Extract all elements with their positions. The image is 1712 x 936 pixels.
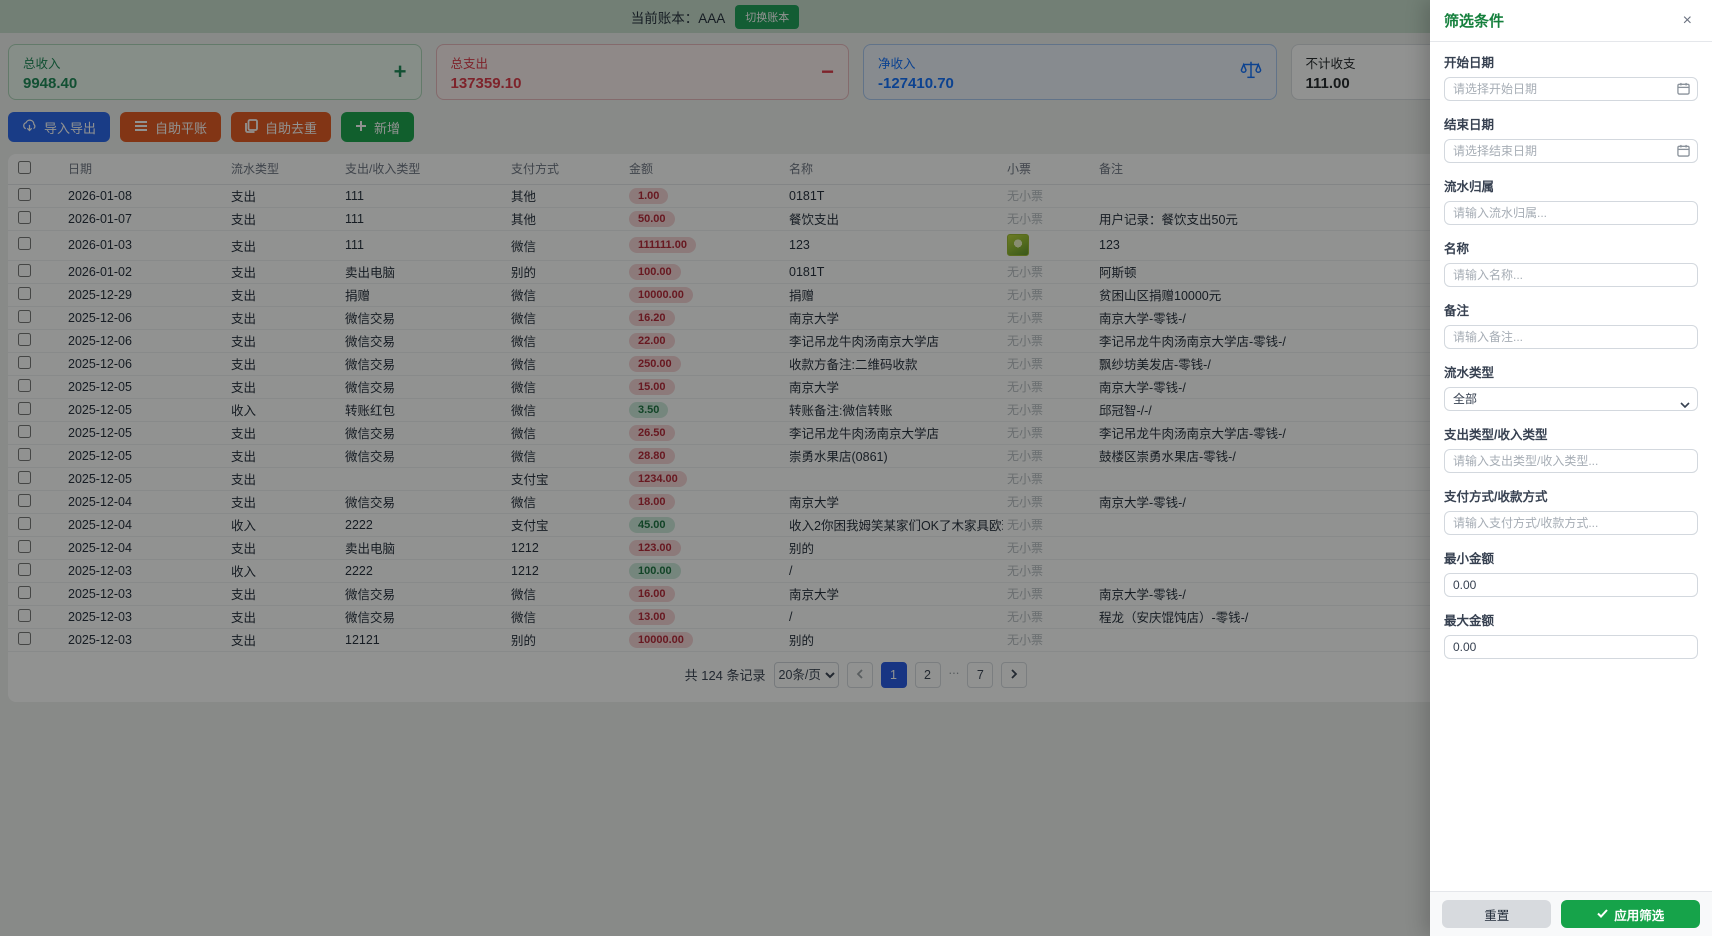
filter-label-remark: 备注 (1444, 300, 1698, 319)
name-input[interactable] (1444, 263, 1698, 287)
filter-field-start-date (1444, 77, 1698, 101)
end-date-input[interactable] (1444, 139, 1698, 163)
close-icon[interactable]: × (1677, 12, 1698, 30)
filter-label-end-date: 结束日期 (1444, 114, 1698, 133)
filter-field-max-amount (1444, 635, 1698, 659)
category-input[interactable] (1444, 449, 1698, 473)
filter-field-flow-owner (1444, 201, 1698, 225)
filter-field-name (1444, 263, 1698, 287)
filter-field-flow-type: 全部 (1444, 387, 1698, 411)
filter-title: 筛选条件 (1444, 10, 1504, 31)
filter-field-end-date (1444, 139, 1698, 163)
filter-label-max-amount: 最大金额 (1444, 610, 1698, 629)
filter-label-pay-method: 支付方式/收款方式 (1444, 486, 1698, 505)
pay-method-input[interactable] (1444, 511, 1698, 535)
flow-type-select[interactable]: 全部 (1444, 387, 1698, 411)
filter-field-min-amount (1444, 573, 1698, 597)
filter-drawer-footer: 重置 应用筛选 (1430, 891, 1712, 936)
min-amount-input[interactable] (1444, 573, 1698, 597)
apply-filter-button[interactable]: 应用筛选 (1561, 900, 1700, 928)
filter-drawer: 筛选条件 × 开始日期结束日期流水归属名称备注流水类型全部支出类型/收入类型支付… (1430, 0, 1712, 936)
filter-label-flow-type: 流水类型 (1444, 362, 1698, 381)
filter-fields: 开始日期结束日期流水归属名称备注流水类型全部支出类型/收入类型支付方式/收款方式… (1430, 42, 1712, 891)
filter-label-flow-owner: 流水归属 (1444, 176, 1698, 195)
filter-field-pay-method (1444, 511, 1698, 535)
start-date-input[interactable] (1444, 77, 1698, 101)
filter-label-category: 支出类型/收入类型 (1444, 424, 1698, 443)
flow-owner-input[interactable] (1444, 201, 1698, 225)
max-amount-input[interactable] (1444, 635, 1698, 659)
filter-field-category (1444, 449, 1698, 473)
check-icon (1597, 907, 1608, 921)
remark-input[interactable] (1444, 325, 1698, 349)
filter-label-start-date: 开始日期 (1444, 52, 1698, 71)
filter-field-remark (1444, 325, 1698, 349)
reset-button[interactable]: 重置 (1442, 900, 1551, 928)
filter-label-min-amount: 最小金额 (1444, 548, 1698, 567)
filter-label-name: 名称 (1444, 238, 1698, 257)
filter-drawer-header: 筛选条件 × (1430, 0, 1712, 42)
